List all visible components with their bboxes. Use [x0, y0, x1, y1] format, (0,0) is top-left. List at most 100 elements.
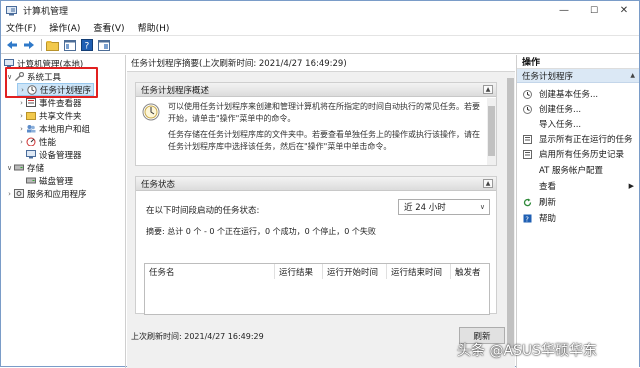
title-bar: 计算机管理 — ☐ ✕: [1, 1, 639, 20]
chevron-right-icon[interactable]: ›: [17, 99, 26, 107]
summary-scrollbar[interactable]: [506, 72, 515, 368]
overview-line: 任务计划程序库中选择该任务，然后在"操作"菜单中单击命令。: [168, 142, 392, 151]
action-at-service-account[interactable]: AT 服务帐户配置: [517, 163, 639, 177]
help-icon: ?: [523, 214, 532, 223]
tree-item-storage[interactable]: ∨ 存储: [5, 161, 44, 174]
chevron-right-icon[interactable]: ›: [5, 190, 14, 198]
task-status-header[interactable]: 任务状态 ▲: [136, 177, 496, 191]
action-help[interactable]: ? 帮助: [517, 211, 639, 225]
chevron-right-icon[interactable]: ›: [17, 112, 26, 120]
actions-pane: 操作 任务计划程序 ▲ 创建基本任务... 创建任务... 导入任务... 显示…: [516, 55, 639, 368]
forward-arrow-icon: [23, 41, 34, 49]
collapse-icon[interactable]: ▲: [630, 72, 635, 79]
overview-panel-header[interactable]: 任务计划程序概述 ▲: [136, 83, 496, 97]
action-label: 帮助: [539, 214, 557, 224]
menu-help[interactable]: 帮助(H): [138, 21, 170, 34]
overview-panel: 任务计划程序概述 ▲ 可以使用任务计划程序来创建和管理计算机将在所指定的时间自动…: [135, 82, 497, 166]
action-import-task[interactable]: 导入任务...: [517, 117, 639, 131]
menu-view[interactable]: 查看(V): [93, 21, 124, 34]
action-label: 创建基本任务...: [539, 90, 599, 100]
tree-label: 事件查看器: [39, 98, 82, 109]
column-header-task-name[interactable]: 任务名: [145, 264, 275, 279]
action-show-running-tasks[interactable]: 显示所有正在运行的任务: [517, 132, 639, 146]
summary-header: 任务计划程序摘要(上次刷新时间: 2021/4/27 16:49:29): [127, 55, 515, 72]
action-create-task[interactable]: 创建任务...: [517, 102, 639, 116]
chevron-right-icon[interactable]: ›: [17, 125, 26, 133]
back-button[interactable]: [4, 38, 19, 52]
chevron-down-icon[interactable]: ∨: [5, 164, 14, 172]
actions-section-label: 任务计划程序: [522, 71, 574, 82]
console-tree-icon: [63, 39, 76, 51]
last-refresh-time: 上次刷新时间: 2021/4/27 16:49:29: [131, 332, 264, 341]
up-folder-button[interactable]: [45, 38, 60, 52]
minimize-button[interactable]: —: [549, 1, 579, 20]
overview-scrollbar[interactable]: [487, 98, 496, 165]
action-refresh[interactable]: 刷新: [517, 195, 639, 209]
toolbar-separator: [41, 39, 42, 51]
tree-item-services[interactable]: › 服务和应用程序: [5, 187, 87, 200]
help-button[interactable]: ?: [79, 38, 94, 52]
help-book-icon: ?: [80, 39, 93, 51]
chevron-down-icon: ∨: [479, 203, 485, 211]
column-header-triggered-by[interactable]: 触发者: [451, 264, 491, 279]
scroll-thumb[interactable]: [507, 78, 514, 348]
action-label: 创建任务...: [539, 105, 582, 115]
services-icon: [14, 189, 24, 198]
action-label: 启用所有任务历史记录: [539, 150, 625, 160]
column-header-run-start[interactable]: 运行开始时间: [323, 264, 387, 279]
action-enable-history[interactable]: 启用所有任务历史记录: [517, 147, 639, 161]
create-task-icon: [523, 104, 532, 114]
submenu-arrow-icon: ▶: [628, 182, 634, 190]
history-icon: [523, 149, 532, 159]
tree-label: 本地用户和组: [39, 124, 91, 135]
action-view[interactable]: 查看 ▶: [517, 179, 639, 193]
properties-icon: [97, 39, 110, 51]
tree-label: 共享文件夹: [39, 111, 82, 122]
maximize-button[interactable]: ☐: [579, 1, 609, 20]
show-hide-tree-button[interactable]: [62, 38, 77, 52]
summary-pane: 任务计划程序摘要(上次刷新时间: 2021/4/27 16:49:29) 任务计…: [127, 55, 515, 368]
actions-section-task-scheduler[interactable]: 任务计划程序 ▲: [517, 69, 639, 83]
tree-label: 存储: [27, 163, 45, 174]
toolbar: ?: [1, 37, 639, 54]
status-period-label: 在以下时间段启动的任务状态:: [146, 206, 260, 216]
status-summary: 摘要: 总计 0 个 - 0 个正在运行，0 个成功，0 个停止，0 个失败: [146, 227, 376, 236]
window-title: 计算机管理: [23, 7, 69, 17]
watermark: 头条 @ASUS华硕华东: [457, 343, 598, 359]
disk-icon: [26, 176, 36, 185]
running-tasks-icon: [523, 134, 532, 144]
menu-file[interactable]: 文件(F): [6, 21, 36, 34]
refresh-icon: [523, 198, 532, 207]
forward-button[interactable]: [21, 38, 36, 52]
menu-action[interactable]: 操作(A): [49, 21, 80, 34]
users-icon: [26, 124, 36, 133]
time-range-value: 近 24 小时: [404, 203, 446, 213]
tree-item-disk-management[interactable]: 磁盘管理: [26, 174, 73, 187]
time-range-select[interactable]: 近 24 小时 ∨: [398, 199, 490, 215]
computer-management-icon: [6, 5, 17, 16]
overview-line: 开始，请单击"操作"菜单中的命令。: [168, 114, 296, 123]
column-header-run-result[interactable]: 运行结果: [275, 264, 323, 279]
tree-item-performance[interactable]: › 性能: [17, 135, 56, 148]
highlight-box: [5, 67, 98, 98]
menu-bar: 文件(F) 操作(A) 查看(V) 帮助(H): [1, 20, 639, 36]
tree-item-shared-folders[interactable]: › 共享文件夹: [17, 109, 82, 122]
device-manager-icon: [26, 150, 36, 159]
tree-item-device-manager[interactable]: 设备管理器: [17, 148, 82, 161]
tree-label: 性能: [39, 137, 57, 148]
chevron-right-icon[interactable]: ›: [17, 138, 26, 146]
scroll-thumb[interactable]: [488, 106, 495, 156]
overview-line: 任务存储在任务计划程序库的文件夹中。若要查看单独任务上的操作或执行该操作，请在: [168, 130, 480, 139]
tree-item-local-users[interactable]: › 本地用户和组: [17, 122, 90, 135]
collapse-icon[interactable]: ▲: [483, 85, 493, 94]
back-arrow-icon: [6, 41, 17, 49]
collapse-icon[interactable]: ▲: [483, 179, 493, 188]
action-create-basic-task[interactable]: 创建基本任务...: [517, 87, 639, 101]
scheduler-clock-icon: [142, 103, 160, 124]
task-status-panel: 任务状态 ▲ 在以下时间段启动的任务状态: 近 24 小时 ∨ 摘要: 总计 0…: [135, 176, 497, 315]
column-header-run-end[interactable]: 运行结束时间: [387, 264, 451, 279]
properties-button[interactable]: [96, 38, 111, 52]
action-label: 刷新: [539, 198, 557, 208]
svg-text:?: ?: [525, 215, 529, 223]
close-button[interactable]: ✕: [609, 1, 639, 20]
